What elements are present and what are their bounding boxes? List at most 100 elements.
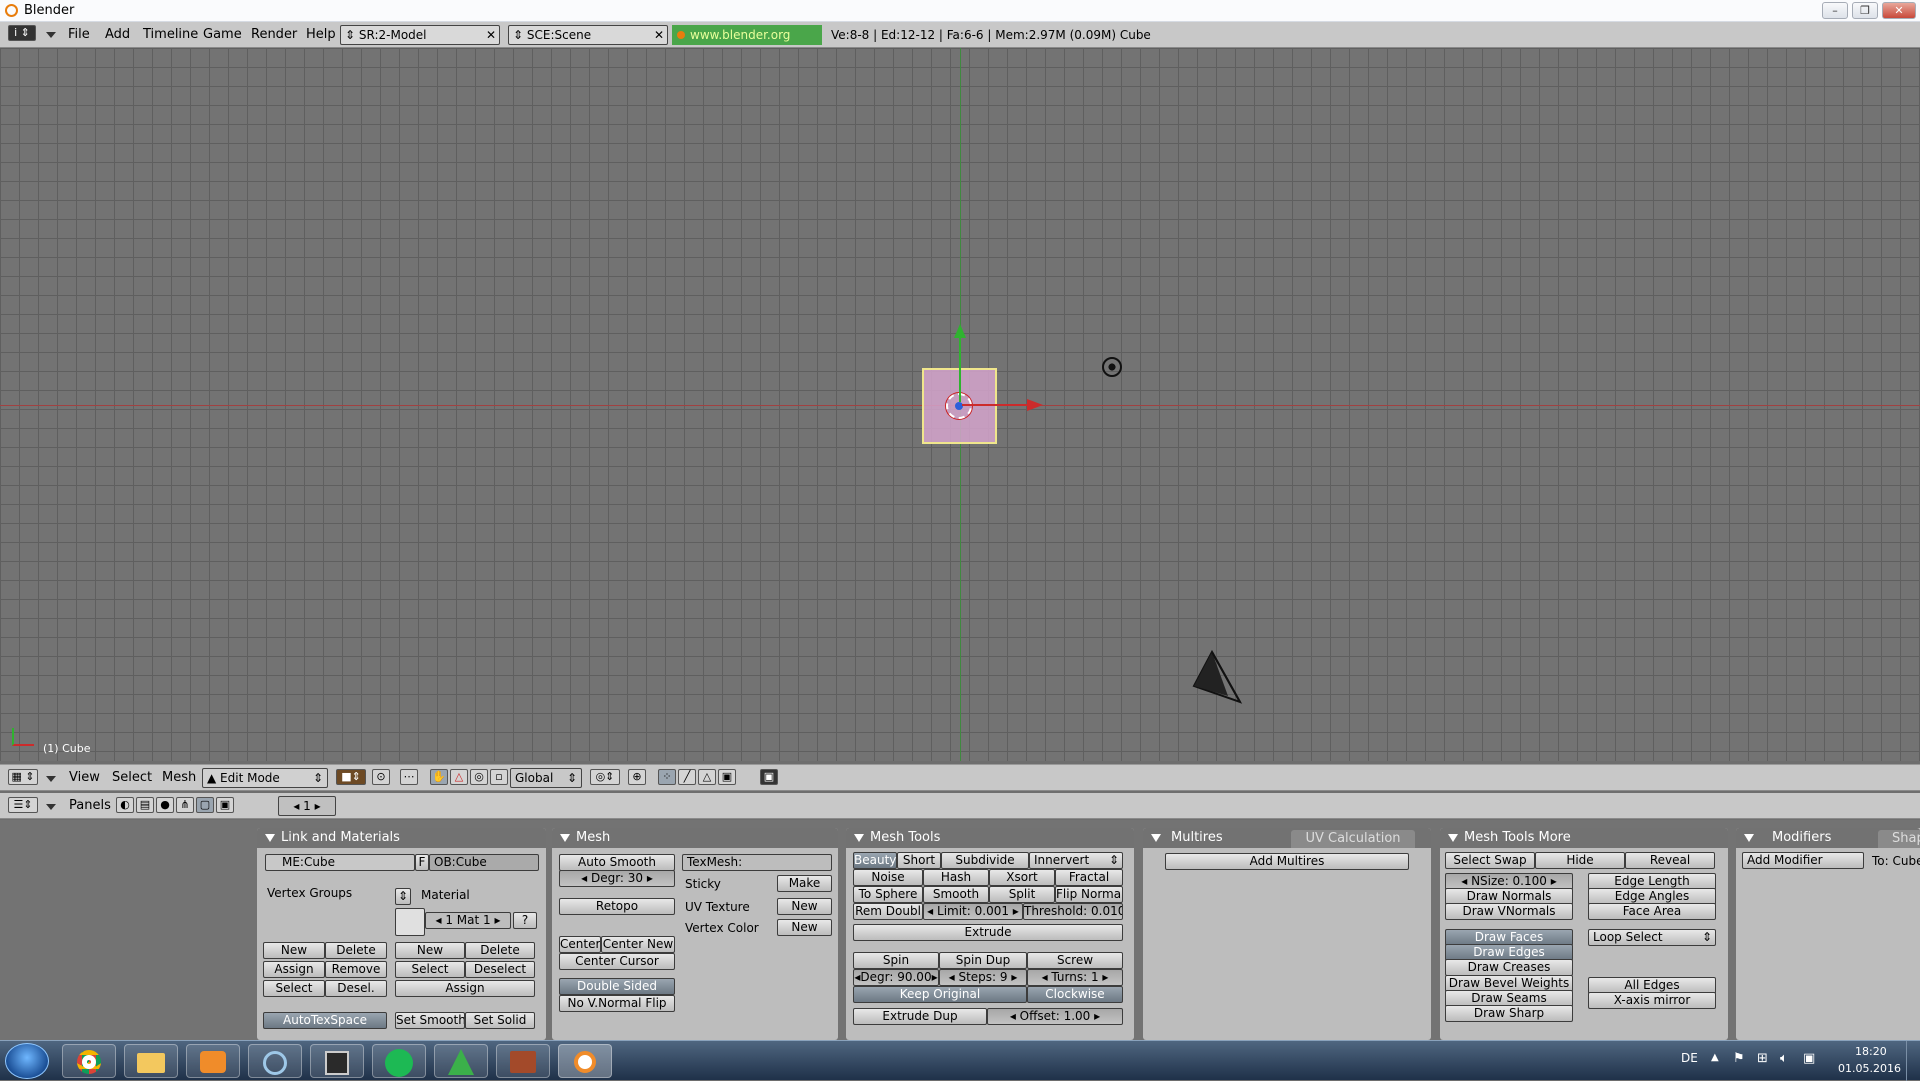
menu-render[interactable]: Render [251,27,297,42]
extrude-button[interactable]: Extrude [853,924,1123,941]
menu-file[interactable]: File [68,27,90,42]
draw-vnormals-toggle[interactable]: Draw VNormals [1445,903,1573,920]
edge-select-icon[interactable]: ╱ [678,769,696,785]
set-solid-button[interactable]: Set Solid [465,1012,535,1029]
close-button[interactable]: ✕ [1882,2,1916,19]
uv-texture-new-button[interactable]: New [777,898,832,915]
pivot-icon[interactable]: ⊙ [372,769,390,785]
3d-viewport[interactable]: (1) Cube [0,48,1920,761]
camera-icon[interactable] [1190,648,1246,704]
fractal-button[interactable]: Fractal [1055,869,1123,886]
set-smooth-button[interactable]: Set Smooth [395,1012,465,1029]
smooth-button[interactable]: Smooth [923,886,989,903]
collapse-icon[interactable] [854,834,864,842]
red-arrow-icon[interactable] [1027,399,1043,411]
vgroup-new-button[interactable]: New [263,942,325,959]
noise-button[interactable]: Noise [853,869,923,886]
flip-normal-button[interactable]: Flip Normal [1055,886,1123,903]
flag-icon[interactable]: ⚑ [1733,1051,1745,1066]
collapse-icon[interactable] [560,834,570,842]
minimize-button[interactable]: – [1822,2,1848,19]
collapse-icon[interactable] [1151,834,1161,842]
keep-original-toggle[interactable]: Keep Original [853,986,1027,1003]
tab-multires[interactable]: Multires [1171,828,1223,848]
media-player-taskbar-icon[interactable] [186,1044,240,1078]
translate-manipulator-icon[interactable]: ▫ [490,769,508,785]
extrude-dup-button[interactable]: Extrude Dup [853,1008,987,1025]
to-sphere-button[interactable]: To Sphere [853,886,923,903]
center-button[interactable]: Center [559,936,601,953]
select-swap-button[interactable]: Select Swap [1445,852,1535,869]
draw-type-icon[interactable]: ■⇕ [336,769,366,785]
xsort-button[interactable]: Xsort [989,869,1055,886]
window-type-icon[interactable]: i ⇕ [8,25,36,41]
material-browse-icon[interactable]: ⇕ [395,888,411,905]
face-area-toggle[interactable]: Face Area [1588,903,1716,920]
chevron-down-icon[interactable] [46,776,56,782]
editing-context-icon[interactable]: ▢ [196,797,214,813]
short-toggle[interactable]: Short [897,852,941,869]
network-icon[interactable]: ▣ [1803,1051,1815,1066]
vertex-select-icon[interactable]: ⁘ [658,769,676,785]
rotate-manipulator-icon[interactable]: △ [450,769,468,785]
draw-creases-toggle[interactable]: Draw Creases [1445,959,1573,976]
shading-context-icon[interactable]: ● [156,797,174,813]
chevron-down-icon[interactable] [46,804,56,810]
tab-modifiers[interactable]: Modifiers [1772,828,1831,848]
collapse-icon[interactable] [1448,834,1458,842]
beauty-toggle[interactable]: Beauty [853,852,897,869]
proportional-edit-icon[interactable]: ◎⇕ [590,769,620,785]
material-new-button[interactable]: New [395,942,465,959]
close-icon[interactable]: ✕ [486,26,496,44]
material-deselect-button[interactable]: Deselect [465,961,535,978]
screw-button[interactable]: Screw [1027,952,1123,969]
add-multires-button[interactable]: Add Multires [1165,853,1409,870]
clock-date[interactable]: 01.05.2016 [1838,1062,1901,1075]
blender-taskbar-icon[interactable] [558,1044,612,1078]
maximize-button[interactable]: ❐ [1852,2,1878,19]
hide-button[interactable]: Hide [1535,852,1625,869]
spin-degree-field[interactable]: ◂Degr: 90.00▸ [853,969,939,986]
panels-label[interactable]: Panels [69,798,111,813]
rem-doubles-button[interactable]: Rem Doubl [853,903,923,920]
clock-time[interactable]: 18:20 [1855,1045,1887,1058]
scene-context-icon[interactable]: ▣ [216,797,234,813]
vertex-color-new-button[interactable]: New [777,919,832,936]
menu-view[interactable]: View [69,770,100,785]
retopo-toggle[interactable]: Retopo [559,898,675,915]
spotify-taskbar-icon[interactable] [372,1044,426,1078]
orientation-dropdown[interactable]: Global ⇕ [510,768,582,788]
clockwise-toggle[interactable]: Clockwise [1027,986,1123,1003]
material-delete-button[interactable]: Delete [465,942,535,959]
language-indicator[interactable]: DE [1681,1051,1698,1065]
hash-button[interactable]: Hash [923,869,989,886]
tree-app-taskbar-icon[interactable] [434,1044,488,1078]
object-name-field[interactable]: OB:Cube [429,854,539,871]
x-axis-mirror-toggle[interactable]: X-axis mirror [1588,992,1716,1009]
sticky-make-button[interactable]: Make [777,875,832,892]
mesh-name-field[interactable]: ME:Cube [265,854,415,871]
spin-dup-button[interactable]: Spin Dup [939,952,1027,969]
green-arrow-icon[interactable] [954,324,966,338]
loop-select-dropdown[interactable]: Loop Select ⇕ [1588,929,1716,946]
spin-button[interactable]: Spin [853,952,939,969]
mode-dropdown[interactable]: ▲ Edit Mode ⇕ [202,768,328,788]
volume-icon[interactable]: 🔈︎ [1780,1051,1788,1066]
material-assign-button[interactable]: Assign [395,980,535,997]
corner-cut-dropdown[interactable]: Innervert ⇕ [1029,852,1123,869]
material-select-button[interactable]: Select [395,961,465,978]
game-taskbar-icon[interactable] [496,1044,550,1078]
render-preview-icon[interactable]: ▣ [760,769,778,785]
menu-game[interactable]: Game [203,27,242,42]
panel-header[interactable]: Mesh Tools More [1440,828,1728,848]
menu-help[interactable]: Help [306,27,336,42]
limit-field[interactable]: ◂ Limit: 0.001 ▸ [923,903,1023,920]
vgroup-select-button[interactable]: Select [263,980,325,997]
menu-add[interactable]: Add [105,27,130,42]
draw-sharp-toggle[interactable]: Draw Sharp [1445,1005,1573,1022]
offset-field[interactable]: ◂ Offset: 1.00 ▸ [987,1008,1123,1025]
auto-smooth-toggle[interactable]: Auto Smooth [559,854,675,871]
autotexspace-toggle[interactable]: AutoTexSpace [263,1012,387,1029]
explorer-taskbar-icon[interactable] [124,1044,178,1078]
snap-icon[interactable]: ⊕ [628,769,646,785]
